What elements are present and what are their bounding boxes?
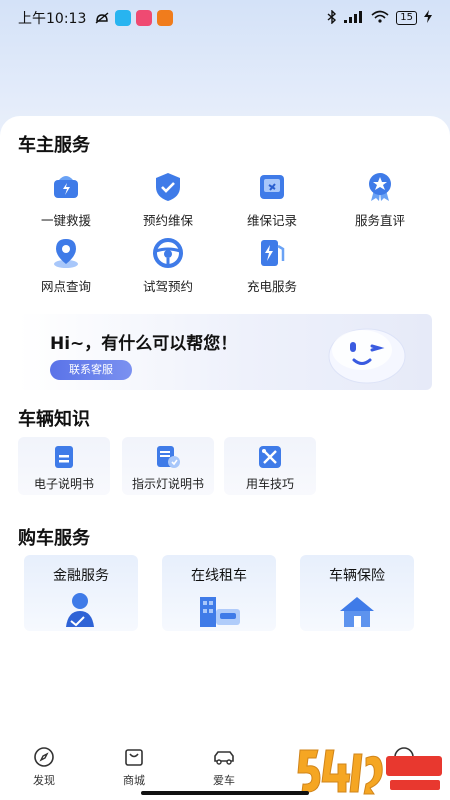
status-bar: 上午10:13 15 [0, 0, 450, 36]
signal-icon [344, 10, 364, 26]
service-label: 充电服务 [246, 279, 297, 294]
tab-label: 爱车 [213, 774, 235, 787]
purchase-label: 金融服务 [53, 568, 109, 584]
status-time: 上午10:13 [18, 11, 87, 27]
manual-icon [55, 446, 73, 468]
purchase-label: 车辆保险 [329, 568, 385, 584]
knowledge-driving-tips[interactable]: 用车技巧 [224, 437, 316, 495]
muted-alarm-icon [94, 11, 110, 25]
service-rescue[interactable]: 一键救援 [16, 170, 116, 229]
background-watermark [230, 30, 450, 100]
purchase-label: 在线租车 [191, 568, 247, 584]
app-notification-icon [136, 10, 153, 26]
shield-check-icon [156, 173, 180, 201]
service-label: 网点查询 [40, 279, 91, 294]
tab-my-car[interactable]: 爱车 [194, 746, 254, 788]
knowledge-label: 指示灯说明书 [131, 477, 204, 491]
knowledge-label: 用车技巧 [245, 477, 294, 491]
service-label: 服务直评 [354, 213, 405, 228]
service-branch-search[interactable]: 网点查询 [16, 236, 116, 295]
bluetooth-icon [327, 8, 337, 27]
shop-bag-icon [125, 749, 143, 766]
service-test-drive[interactable]: 试驾预约 [118, 236, 218, 295]
charging-bolt-icon [424, 10, 432, 26]
service-label: 维保记录 [246, 213, 297, 228]
rescue-icon [54, 176, 78, 198]
rating-icon [369, 173, 391, 201]
tools-icon [259, 446, 281, 468]
service-charging[interactable]: 充电服务 [222, 236, 322, 295]
owner-services-title: 车主服务 [18, 135, 90, 156]
charging-icon [261, 240, 285, 266]
app-notification-icon [115, 10, 132, 26]
site-watermark-logo [297, 749, 442, 795]
vehicle-knowledge-title: 车辆知识 [18, 409, 90, 430]
service-maintenance-record[interactable]: 维保记录 [222, 170, 322, 229]
service-label: 一键救援 [40, 213, 91, 228]
knowledge-e-manual[interactable]: 电子说明书 [18, 437, 110, 495]
tab-mall[interactable]: 商城 [104, 746, 164, 788]
service-label: 预约维保 [142, 213, 193, 228]
car-icon [214, 751, 234, 765]
indicator-manual-icon [157, 446, 180, 468]
compass-icon [34, 747, 54, 767]
rental-icon [200, 597, 240, 627]
banner-title: Hi~，有什么可以帮您！ [50, 334, 238, 354]
tab-discover[interactable]: 发现 [14, 746, 74, 788]
purchase-services-title: 购车服务 [18, 528, 90, 549]
service-label: 试驾预约 [142, 279, 193, 294]
contact-service-button[interactable]: 联系客服 [50, 360, 132, 380]
taobao-notification-icon [157, 10, 174, 26]
home-indicator [141, 791, 309, 795]
knowledge-indicator-manual[interactable]: 指示灯说明书 [122, 437, 214, 495]
tab-label: 商城 [123, 774, 145, 787]
tab-label: 发现 [33, 774, 55, 787]
finance-icon [66, 593, 94, 627]
chatbot-face-icon [328, 328, 406, 384]
service-maintenance-booking[interactable]: 预约维保 [118, 170, 218, 229]
customer-service-banner[interactable]: Hi~，有什么可以帮您！ 联系客服 [18, 314, 432, 390]
purchase-insurance[interactable]: 车辆保险 [300, 555, 414, 631]
wifi-icon [371, 10, 389, 26]
purchase-finance[interactable]: 金融服务 [24, 555, 138, 631]
record-icon [260, 175, 284, 199]
knowledge-label: 电子说明书 [33, 477, 94, 491]
insurance-icon [340, 597, 374, 627]
battery-level: 15 [396, 11, 417, 25]
steering-wheel-icon [153, 238, 183, 268]
service-rating[interactable]: 服务直评 [330, 170, 430, 229]
purchase-online-rental[interactable]: 在线租车 [162, 555, 276, 631]
location-icon [54, 239, 78, 268]
